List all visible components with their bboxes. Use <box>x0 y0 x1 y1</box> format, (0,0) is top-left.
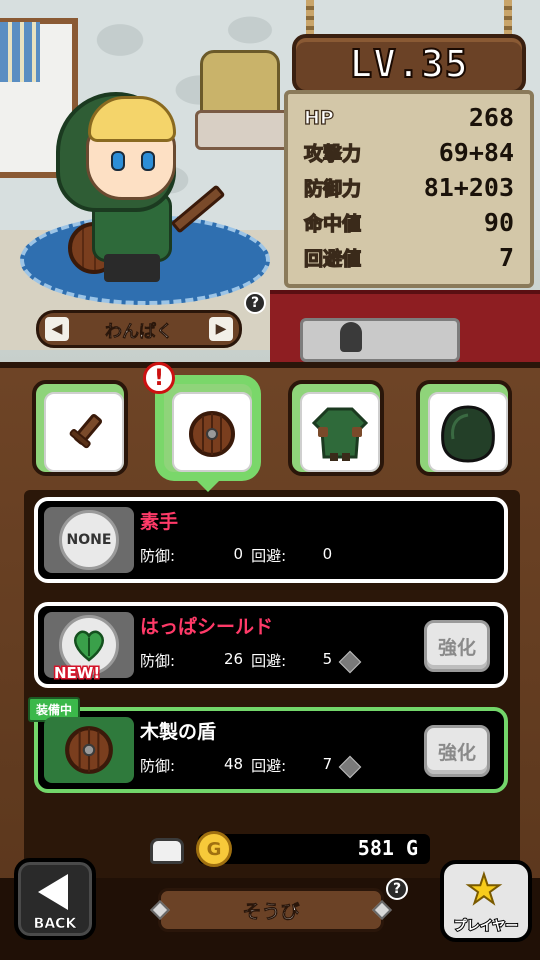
stat-row-hp: HP 268 <box>303 100 514 135</box>
item-name: はっぱシールド <box>140 616 274 638</box>
level-sign: LV.35 <box>292 34 526 94</box>
item-card-bare-hands[interactable]: NONE 素手 防御: 0 回避: 0 <box>34 497 508 583</box>
job-help-icon[interactable]: ? <box>244 292 266 314</box>
item-card-wooden-shield[interactable]: 装備中 木製の盾 防御: 48 回避: 7 強化 <box>28 697 508 793</box>
evasion-value: 5 <box>322 650 333 668</box>
evasion-label: 回避: <box>251 547 287 565</box>
hero-eye-left <box>111 151 125 171</box>
inventory-bag-icon[interactable] <box>150 838 184 864</box>
item-icon: NONE <box>44 507 134 573</box>
job-next-button[interactable]: ▶ <box>209 317 233 341</box>
stat-label: 回避値 <box>303 247 362 270</box>
defense-label: 防御: <box>140 757 176 775</box>
hero-character[interactable] <box>52 92 232 292</box>
stat-label: 攻撃力 <box>303 142 362 165</box>
gold-value: 581 <box>357 836 394 860</box>
stat-value: 81+203 <box>423 173 514 202</box>
player-button[interactable]: ★ プレイヤー <box>440 860 532 942</box>
stat-row-attack: 攻撃力 69+84 <box>303 135 514 170</box>
defense-label: 防御: <box>140 547 176 565</box>
defense-value: 0 <box>233 545 244 563</box>
job-selector: ◀ わんぱく ▶ <box>36 310 242 348</box>
item-card-leaf-shield[interactable]: NEW! はっぱシールド 防御: 26 回避: 5 強化 <box>34 602 508 688</box>
none-icon: NONE <box>59 510 119 570</box>
evasion-value: 7 <box>322 755 333 773</box>
keyhole-icon <box>340 322 362 352</box>
back-label: BACK <box>33 916 77 932</box>
stat-label: 防御力 <box>303 177 362 200</box>
hero-legs <box>104 254 160 282</box>
upgrade-button[interactable]: 強化 <box>424 620 490 672</box>
gem-icon <box>338 650 362 674</box>
gem-icon <box>338 755 362 779</box>
item-name: 木製の盾 <box>140 721 217 743</box>
upgrade-button[interactable]: 強化 <box>424 725 490 777</box>
stat-label: 命中値 <box>303 212 362 235</box>
stat-row-defense: 防御力 81+203 <box>303 170 514 205</box>
stat-row-evasion: 回避値 7 <box>303 240 514 275</box>
item-stats: 防御: 48 回避: 7 <box>140 755 332 776</box>
slot-face <box>172 392 252 472</box>
gold-amount: 581 G <box>240 836 418 860</box>
hero-hair <box>88 96 176 142</box>
slot-hood[interactable] <box>416 380 512 476</box>
armor-icon <box>311 407 369 461</box>
hero-sword <box>170 184 226 234</box>
tab-equipment[interactable]: そうび <box>150 888 392 932</box>
banner-flag <box>0 22 40 82</box>
hood-icon <box>441 405 495 463</box>
item-stats: 防御: 0 回避: 0 <box>140 545 332 566</box>
evasion-value: 0 <box>322 545 333 563</box>
evasion-label: 回避: <box>251 652 287 670</box>
slot-face <box>428 392 508 472</box>
hero-scene: LV.35 HP 268 攻撃力 69+84 防御力 81+203 命中値 90… <box>0 0 540 362</box>
item-icon <box>44 717 134 783</box>
stat-value: 268 <box>468 103 514 132</box>
item-name: 素手 <box>140 511 179 533</box>
slot-weapon[interactable] <box>32 380 128 476</box>
defense-value: 26 <box>223 650 244 668</box>
job-prev-button[interactable]: ◀ <box>45 317 69 341</box>
slot-armor[interactable] <box>288 380 384 476</box>
selected-slot-pointer <box>196 480 220 492</box>
tab-help-icon[interactable]: ? <box>386 878 408 900</box>
slot-face <box>300 392 380 472</box>
shield-icon <box>189 410 235 457</box>
star-icon: ★ <box>465 867 503 913</box>
defense-value: 48 <box>223 755 244 773</box>
back-arrow-icon <box>38 874 68 910</box>
back-button[interactable]: BACK <box>14 858 96 940</box>
wooden-shield-icon <box>65 726 113 774</box>
defense-label: 防御: <box>140 652 176 670</box>
tab-label: そうび <box>242 900 300 923</box>
chest-lock-plate <box>300 318 460 362</box>
player-label: プレイヤー <box>453 918 520 935</box>
evasion-label: 回避: <box>251 757 287 775</box>
slot-face <box>44 392 124 472</box>
stat-value: 90 <box>483 208 514 237</box>
alert-badge: ! <box>143 362 175 394</box>
stat-label: HP <box>303 106 334 129</box>
gold-coin-icon: G <box>196 831 232 867</box>
leaf-shape <box>74 630 104 662</box>
stat-value: 7 <box>498 243 514 272</box>
sword-icon <box>69 413 103 448</box>
job-name: わんぱく <box>105 321 174 342</box>
item-stats: 防御: 26 回避: 5 <box>140 650 332 671</box>
stats-panel: HP 268 攻撃力 69+84 防御力 81+203 命中値 90 回避値 7 <box>284 90 534 288</box>
hero-eye-right <box>141 151 155 171</box>
level-label: LV.35 <box>348 41 469 87</box>
gold-unit: G <box>405 836 418 860</box>
stat-value: 69+84 <box>438 138 514 167</box>
none-icon-label: NONE <box>66 532 112 548</box>
stat-row-accuracy: 命中値 90 <box>303 205 514 240</box>
new-badge: NEW! <box>52 663 101 684</box>
slot-shield[interactable] <box>160 380 256 476</box>
